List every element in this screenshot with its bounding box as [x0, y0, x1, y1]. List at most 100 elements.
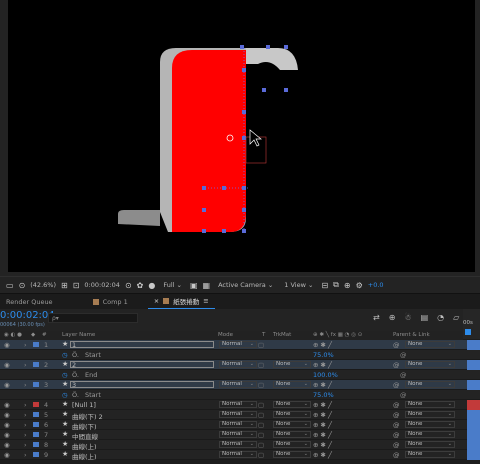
mode-dropdown[interactable]: Normal ⌄	[219, 421, 257, 428]
layer-row[interactable]: ◉ › 9 ★ 曲線(上) Normal ⌄ ▢ None ⌄ ⊕ ✱ ╱ @ None ⌄	[0, 450, 480, 461]
roi-icon[interactable]: ▣	[190, 281, 198, 290]
tab-menu-icon[interactable]: ≡	[203, 297, 208, 305]
preserve-transparency-icon[interactable]: ▢	[258, 381, 264, 389]
parent-dropdown[interactable]: None ⌄	[405, 341, 455, 348]
draft-3d-icon[interactable]: ⊕	[389, 313, 396, 322]
grid-icon[interactable]: ⊞	[61, 281, 68, 290]
preserve-transparency-icon[interactable]: ▢	[258, 401, 264, 409]
layer-name[interactable]: 1	[72, 341, 76, 349]
composition-canvas[interactable]	[8, 0, 475, 272]
tab-paper-scroll[interactable]: × 紙張捲動 ≡	[147, 294, 215, 310]
visibility-icon[interactable]: ◉	[4, 381, 10, 389]
color-icon[interactable]: ✿	[137, 281, 144, 290]
pickwhip-icon[interactable]: @	[393, 341, 400, 349]
expression-pickwhip-icon[interactable]: @	[400, 351, 407, 359]
expand-chevron-icon[interactable]: ›	[24, 381, 27, 389]
trkmat-dropdown[interactable]: None ⌄	[273, 431, 311, 438]
layer-switches[interactable]: ⊕ ✱ ╱	[313, 441, 332, 449]
visibility-icon[interactable]: ◉	[4, 341, 10, 349]
layer-duration-bar[interactable]	[467, 420, 480, 430]
close-icon[interactable]: ×	[154, 297, 159, 305]
trkmat-dropdown[interactable]: None ⌄	[273, 401, 311, 408]
parent-dropdown[interactable]: None ⌄	[405, 361, 455, 368]
timeline-icon[interactable]: ⧉	[333, 280, 339, 290]
mode-dropdown[interactable]: Normal ⌄	[219, 361, 257, 368]
trkmat-dropdown[interactable]: None ⌄	[273, 451, 311, 458]
layer-duration-bar[interactable]	[467, 430, 480, 440]
comp-flowchart-icon[interactable]: ⇄	[373, 313, 380, 322]
label-color[interactable]	[33, 382, 39, 387]
time-ruler[interactable]: 00s	[463, 309, 480, 339]
layer-switches[interactable]: ⊕ ✱ ╱	[313, 411, 332, 419]
label-color[interactable]	[33, 402, 39, 407]
parent-dropdown[interactable]: None ⌄	[405, 381, 455, 388]
preserve-transparency-icon[interactable]: ▢	[258, 361, 264, 369]
layer-switches[interactable]: ⊕ ✱ ╱	[313, 431, 332, 439]
exposure-value[interactable]: +0.0	[368, 281, 384, 289]
layer-row[interactable]: ◉ › 3 ★ 3 Normal ⌄ ▢ None ⌄ ⊕ ✱ ╱ @ None ⌄	[0, 380, 480, 390]
layer-row[interactable]: ◉ › 1 ★ 1 Normal ⌄ ▢ ⊕ ✱ ╱ @ None ⌄	[0, 340, 480, 350]
mode-dropdown[interactable]: Normal ⌄	[219, 451, 257, 458]
trkmat-dropdown[interactable]: None ⌄	[273, 411, 311, 418]
layer-name-header[interactable]: Layer Name	[62, 332, 95, 338]
layer-switches[interactable]: ⊕ ✱ ╱	[313, 421, 332, 429]
property-row[interactable]: ◷ Ö. Start 75.0% @	[0, 390, 480, 400]
expand-chevron-icon[interactable]: ›	[24, 431, 27, 439]
expand-chevron-icon[interactable]: ›	[24, 401, 27, 409]
layer-name[interactable]: [Null 1]	[72, 401, 96, 409]
mode-dropdown[interactable]: Normal ⌄	[219, 401, 257, 408]
stopwatch-icon[interactable]: ◷	[62, 371, 68, 379]
pickwhip-icon[interactable]: @	[393, 411, 400, 419]
expand-chevron-icon[interactable]: ›	[24, 361, 27, 369]
region-icon[interactable]: ⊡	[73, 281, 80, 290]
expand-chevron-icon[interactable]: ›	[24, 341, 27, 349]
visibility-icon[interactable]: ◉	[4, 401, 10, 409]
layer-row[interactable]: ◉ › 6 ★ 曲線(下) Normal ⌄ ▢ None ⌄ ⊕ ✱ ╱ @ None ⌄	[0, 420, 480, 431]
preserve-transparency-icon[interactable]: ▢	[258, 411, 264, 419]
expand-chevron-icon[interactable]: ›	[24, 441, 27, 449]
label-color[interactable]	[33, 362, 39, 367]
pickwhip-icon[interactable]: @	[393, 361, 400, 369]
layer-row[interactable]: ◉ › 7 ★ 中間直線 Normal ⌄ ▢ None ⌄ ⊕ ✱ ╱ @ None ⌄	[0, 430, 480, 441]
label-color[interactable]	[33, 442, 39, 447]
always-preview-icon[interactable]: ▭	[6, 281, 14, 290]
flowchart-icon[interactable]: ⊕	[344, 281, 351, 290]
current-time[interactable]: 0:00:02:04	[84, 281, 120, 289]
preserve-transparency-icon[interactable]: ▢	[258, 451, 264, 459]
trkmat-dropdown[interactable]: None ⌄	[273, 441, 311, 448]
pickwhip-icon[interactable]: @	[393, 401, 400, 409]
visibility-icon[interactable]: ◉	[4, 431, 10, 439]
stopwatch-icon[interactable]: ◷	[62, 391, 68, 399]
label-color[interactable]	[33, 452, 39, 457]
label-color[interactable]	[33, 422, 39, 427]
label-color[interactable]	[33, 432, 39, 437]
preserve-transparency-icon[interactable]: ▢	[258, 431, 264, 439]
camera-dropdown[interactable]: Active Camera ⌄	[215, 281, 276, 289]
trkmat-dropdown[interactable]: None ⌄	[273, 421, 311, 428]
preserve-transparency-icon[interactable]: ▢	[258, 421, 264, 429]
parent-header[interactable]: Parent & Link	[393, 332, 430, 338]
property-row[interactable]: ◷ Ö. Start 75.0% @	[0, 350, 480, 360]
layer-name[interactable]: 3	[72, 381, 76, 389]
visibility-icon[interactable]: ◉	[4, 421, 10, 429]
layer-switches[interactable]: ⊕ ✱ ╱	[313, 401, 332, 409]
property-row[interactable]: ◷ Ö. End 100.0% @	[0, 370, 480, 380]
snapshot-icon[interactable]: ⊙	[125, 281, 132, 290]
layer-search-input[interactable]: ρ▾	[48, 313, 138, 323]
trkmat-dropdown[interactable]: None ⌄	[273, 381, 311, 388]
trkmat-header[interactable]: TrkMat	[273, 332, 291, 338]
preserve-transparency-icon[interactable]: ▢	[258, 441, 264, 449]
property-value[interactable]: 100.0%	[313, 371, 338, 379]
layer-duration-bar[interactable]	[467, 440, 480, 450]
label-color[interactable]	[33, 342, 39, 347]
layer-row[interactable]: ◉ › 4 ★ [Null 1] Normal ⌄ ▢ None ⌄ ⊕ ✱ ╱ @ None ⌄	[0, 400, 480, 410]
parent-dropdown[interactable]: None ⌄	[405, 441, 455, 448]
motion-blur-icon[interactable]: ◔	[437, 313, 444, 322]
layer-row[interactable]: ◉ › 8 ★ 曲線(上) Normal ⌄ ▢ None ⌄ ⊕ ✱ ╱ @ None ⌄	[0, 440, 480, 451]
parent-dropdown[interactable]: None ⌄	[405, 411, 455, 418]
mode-dropdown[interactable]: Normal ⌄	[219, 441, 257, 448]
parent-dropdown[interactable]: None ⌄	[405, 431, 455, 438]
graph-editor-icon[interactable]: ▱	[453, 313, 459, 322]
visibility-icon[interactable]: ◉	[4, 451, 10, 459]
visibility-icon[interactable]: ◉	[4, 411, 10, 419]
